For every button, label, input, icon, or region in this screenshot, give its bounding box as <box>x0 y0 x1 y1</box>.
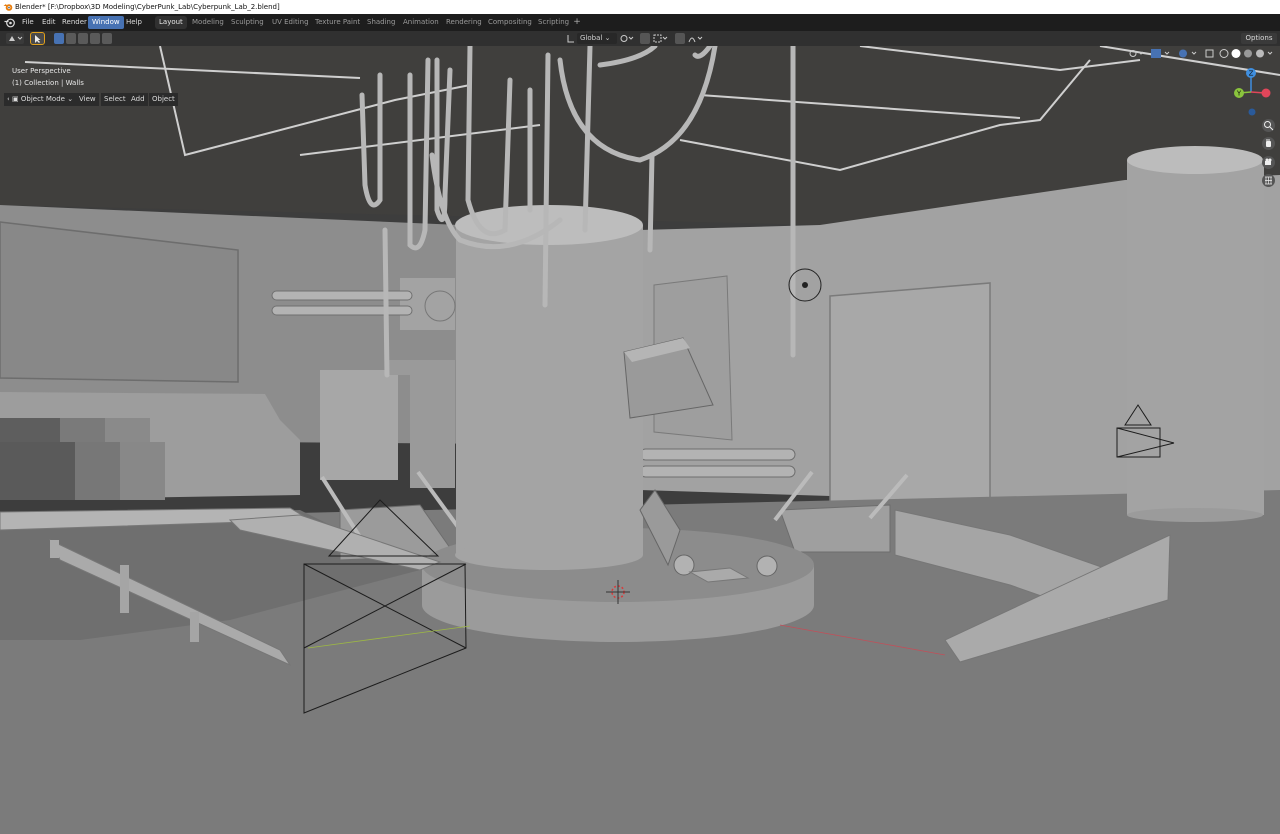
proportional-edit-icon[interactable] <box>675 33 685 44</box>
menu-object[interactable]: Object <box>149 93 178 106</box>
xray-toggle-icon[interactable] <box>1205 48 1215 59</box>
title-bar: Blender* [F:\Dropbox\3D Modeling\CyberPu… <box>0 0 1280 14</box>
pan-hand-icon[interactable] <box>1262 137 1275 150</box>
falloff-icon[interactable] <box>688 33 704 44</box>
overlays-toggle-icon[interactable] <box>1177 48 1199 59</box>
zoom-icon[interactable] <box>1262 119 1275 132</box>
snap-toggle-icon[interactable] <box>640 33 650 44</box>
active-collection-label: (1) Collection | Walls <box>12 79 84 87</box>
tab-animation[interactable]: Animation <box>399 16 443 29</box>
menu-file[interactable]: File <box>18 16 38 29</box>
pivot-point-icon[interactable] <box>619 33 635 44</box>
tab-rendering[interactable]: Rendering <box>442 16 486 29</box>
window-title: Blender* [F:\Dropbox\3D Modeling\CyberPu… <box>15 3 280 11</box>
menu-render[interactable]: Render <box>58 16 91 29</box>
orientation-icon <box>567 33 575 44</box>
options-button[interactable]: Options <box>1241 33 1277 44</box>
navigation-gizmo[interactable]: Z Y <box>1230 66 1276 126</box>
blender-logo-icon <box>3 4 13 11</box>
viewport-visibility-icon[interactable] <box>1128 48 1146 59</box>
object-mode-icon: ▣ <box>12 95 19 103</box>
gizmo-z-label: Z <box>1249 70 1254 78</box>
3d-viewport[interactable]: ‹ ▣ Object Mode ⌄ View Select Add Object… <box>0 46 1280 834</box>
menu-help[interactable]: Help <box>122 16 146 29</box>
gizmo-toggle-icon[interactable] <box>1150 48 1172 59</box>
tab-sculpting[interactable]: Sculpting <box>227 16 268 29</box>
menu-view[interactable]: View <box>76 93 99 106</box>
tab-modeling[interactable]: Modeling <box>188 16 228 29</box>
tab-compositing[interactable]: Compositing <box>484 16 536 29</box>
tool-header: Global ⌄ Options <box>0 31 1280 46</box>
menu-add[interactable]: Add <box>128 93 148 106</box>
select-intersect-icon[interactable] <box>102 33 112 44</box>
menu-window[interactable]: Window <box>88 16 124 29</box>
perspective-toggle-icon[interactable] <box>1262 174 1275 187</box>
gizmo-y-label: Y <box>1236 90 1242 98</box>
tab-uv-editing[interactable]: UV Editing <box>268 16 313 29</box>
tab-layout[interactable]: Layout <box>155 16 187 29</box>
select-invert-icon[interactable] <box>90 33 100 44</box>
blender-menu-icon[interactable] <box>4 17 15 28</box>
top-menu-bar: File Edit Render Window Help Layout Mode… <box>0 14 1280 31</box>
shading-mode-group <box>1218 48 1276 59</box>
transform-orientation-dropdown[interactable]: Global ⌄ <box>577 33 617 44</box>
tab-texture-paint[interactable]: Texture Paint <box>311 16 364 29</box>
select-new-icon[interactable] <box>54 33 64 44</box>
viewport-header: ‹ ▣ Object Mode ⌄ View Select Add Object <box>0 92 360 107</box>
add-workspace-icon[interactable]: + <box>572 16 582 29</box>
object-mode-dropdown[interactable]: ▣ Object Mode ⌄ <box>9 93 77 106</box>
menu-edit[interactable]: Edit <box>38 16 60 29</box>
select-subtract-icon[interactable] <box>78 33 88 44</box>
tab-shading[interactable]: Shading <box>363 16 399 29</box>
snap-target-icon[interactable] <box>653 33 669 44</box>
view-perspective-label: User Perspective <box>12 67 71 75</box>
tab-scripting[interactable]: Scripting <box>534 16 573 29</box>
select-tool-icon[interactable] <box>30 32 45 45</box>
menu-select[interactable]: Select <box>101 93 129 106</box>
camera-view-icon[interactable] <box>1262 156 1275 169</box>
select-extend-icon[interactable] <box>66 33 76 44</box>
editor-type-icon[interactable] <box>6 33 24 44</box>
scene-render <box>0 46 1280 834</box>
